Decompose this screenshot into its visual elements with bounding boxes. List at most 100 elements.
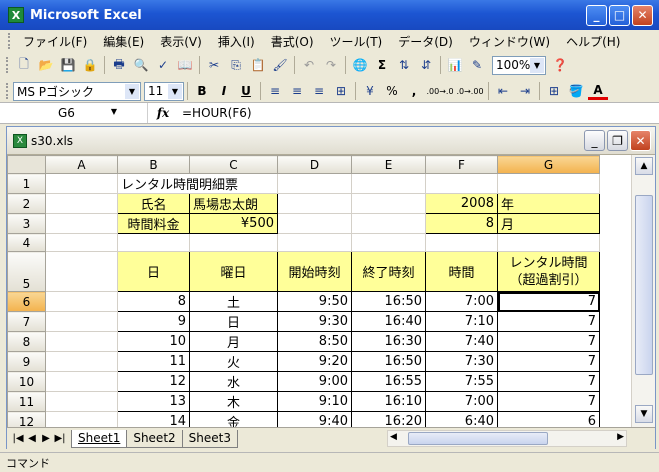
header-day-cell[interactable]: 日: [117, 251, 190, 292]
underline-button[interactable]: U: [236, 81, 256, 101]
row-header[interactable]: 12: [7, 411, 46, 427]
spelling-icon[interactable]: ✓: [153, 55, 173, 75]
maximize-button[interactable]: □: [609, 4, 630, 26]
year-label-cell[interactable]: 年: [497, 193, 600, 214]
rental-cell[interactable]: 7: [497, 311, 600, 332]
end-cell[interactable]: 16:40: [351, 311, 426, 332]
rental-cell[interactable]: 7: [497, 391, 600, 412]
cell[interactable]: [117, 233, 190, 252]
weekday-cell[interactable]: 木: [189, 391, 278, 412]
end-cell[interactable]: 16:55: [351, 371, 426, 392]
weekday-cell[interactable]: 火: [189, 351, 278, 372]
column-header[interactable]: F: [425, 155, 498, 174]
rental-cell-selected[interactable]: 7: [497, 291, 600, 312]
sheet-title-cell[interactable]: レンタル時間明細票: [117, 173, 278, 194]
day-cell[interactable]: 11: [117, 351, 190, 372]
increase-decimal-button[interactable]: .00→.0: [426, 81, 454, 101]
name-box[interactable]: G6 ▼: [0, 103, 148, 123]
font-color-button[interactable]: A: [588, 82, 608, 100]
rental-cell[interactable]: 7: [497, 331, 600, 352]
last-sheet-icon[interactable]: ▶|: [53, 433, 67, 444]
day-cell[interactable]: 8: [117, 291, 190, 312]
minimize-button[interactable]: _: [586, 4, 607, 26]
zoom-select[interactable]: 100% ▼: [492, 55, 546, 75]
rental-cell[interactable]: 7: [497, 351, 600, 372]
column-header[interactable]: D: [277, 155, 352, 174]
scroll-down-icon[interactable]: ▼: [635, 405, 653, 423]
cell[interactable]: [277, 233, 352, 252]
row-header[interactable]: 10: [7, 371, 46, 392]
hours-cell[interactable]: 7:40: [425, 331, 498, 352]
close-button[interactable]: ✕: [632, 4, 653, 26]
cut-icon[interactable]: ✂: [204, 55, 224, 75]
merge-center-icon[interactable]: ⊞: [331, 81, 351, 101]
column-header[interactable]: G: [497, 155, 600, 174]
vertical-scrollbar[interactable]: ▲ ▼: [631, 155, 655, 427]
rate-value-cell[interactable]: ¥500: [189, 213, 278, 234]
start-cell[interactable]: 9:40: [277, 411, 352, 427]
weekday-cell[interactable]: 金: [189, 411, 278, 427]
workbook-restore-button[interactable]: ❐: [607, 130, 628, 151]
hyperlink-icon[interactable]: 🌐: [350, 55, 370, 75]
month-cell[interactable]: 8: [425, 213, 498, 234]
fill-color-icon[interactable]: 🪣: [566, 81, 586, 101]
decrease-indent-icon[interactable]: ⇤: [493, 81, 513, 101]
cell[interactable]: [277, 213, 352, 234]
rental-cell[interactable]: 7: [497, 371, 600, 392]
cell[interactable]: [189, 233, 278, 252]
row-header[interactable]: 5: [7, 251, 46, 292]
help-icon[interactable]: ❓: [550, 55, 570, 75]
name-label-cell[interactable]: 氏名: [117, 193, 190, 214]
cell[interactable]: [45, 213, 118, 234]
cell[interactable]: [45, 291, 118, 312]
cell[interactable]: [425, 173, 498, 194]
weekday-cell[interactable]: 水: [189, 371, 278, 392]
prev-sheet-icon[interactable]: ◀: [25, 433, 39, 444]
paste-icon[interactable]: 📋: [248, 55, 268, 75]
workbook-minimize-button[interactable]: _: [584, 130, 605, 151]
start-cell[interactable]: 9:20: [277, 351, 352, 372]
scroll-right-icon[interactable]: ▶: [617, 432, 624, 442]
start-cell[interactable]: 9:10: [277, 391, 352, 412]
end-cell[interactable]: 16:50: [351, 351, 426, 372]
chart-wizard-icon[interactable]: 📊: [445, 55, 465, 75]
increase-indent-icon[interactable]: ⇥: [515, 81, 535, 101]
cell[interactable]: [45, 371, 118, 392]
cell[interactable]: [45, 251, 118, 292]
day-cell[interactable]: 14: [117, 411, 190, 427]
day-cell[interactable]: 10: [117, 331, 190, 352]
start-cell[interactable]: 8:50: [277, 331, 352, 352]
select-all-corner[interactable]: [7, 155, 46, 174]
research-icon[interactable]: 📖: [175, 55, 195, 75]
menu-window[interactable]: ウィンドウ(W): [461, 33, 558, 50]
header-hours-cell[interactable]: 時間: [425, 251, 498, 292]
header-rental-cell[interactable]: レンタル時間 （超過割引）: [497, 251, 600, 292]
menu-format[interactable]: 書式(O): [263, 33, 322, 50]
menu-insert[interactable]: 挿入(I): [210, 33, 263, 50]
column-header[interactable]: B: [117, 155, 190, 174]
header-start-cell[interactable]: 開始時刻: [277, 251, 352, 292]
cell[interactable]: [45, 351, 118, 372]
menu-file[interactable]: ファイル(F): [15, 33, 95, 50]
row-header[interactable]: 4: [7, 233, 46, 252]
end-cell[interactable]: 16:50: [351, 291, 426, 312]
fx-icon[interactable]: fx: [148, 106, 178, 120]
scroll-thumb[interactable]: [635, 195, 653, 375]
cell[interactable]: [351, 213, 426, 234]
weekday-cell[interactable]: 土: [189, 291, 278, 312]
italic-button[interactable]: I: [214, 81, 234, 101]
autosum-icon[interactable]: Σ: [372, 55, 392, 75]
weekday-cell[interactable]: 日: [189, 311, 278, 332]
day-cell[interactable]: 12: [117, 371, 190, 392]
next-sheet-icon[interactable]: ▶: [39, 433, 53, 444]
scroll-left-icon[interactable]: ◀: [390, 432, 397, 442]
undo-icon[interactable]: ↶: [299, 55, 319, 75]
first-sheet-icon[interactable]: |◀: [11, 433, 25, 444]
column-header[interactable]: E: [351, 155, 426, 174]
start-cell[interactable]: 9:30: [277, 311, 352, 332]
menu-edit[interactable]: 編集(E): [95, 33, 152, 50]
horizontal-scrollbar[interactable]: ◀ ▶: [387, 430, 627, 447]
bold-button[interactable]: B: [192, 81, 212, 101]
menu-tools[interactable]: ツール(T): [322, 33, 391, 50]
font-size-select[interactable]: 11 ▼: [144, 81, 184, 101]
